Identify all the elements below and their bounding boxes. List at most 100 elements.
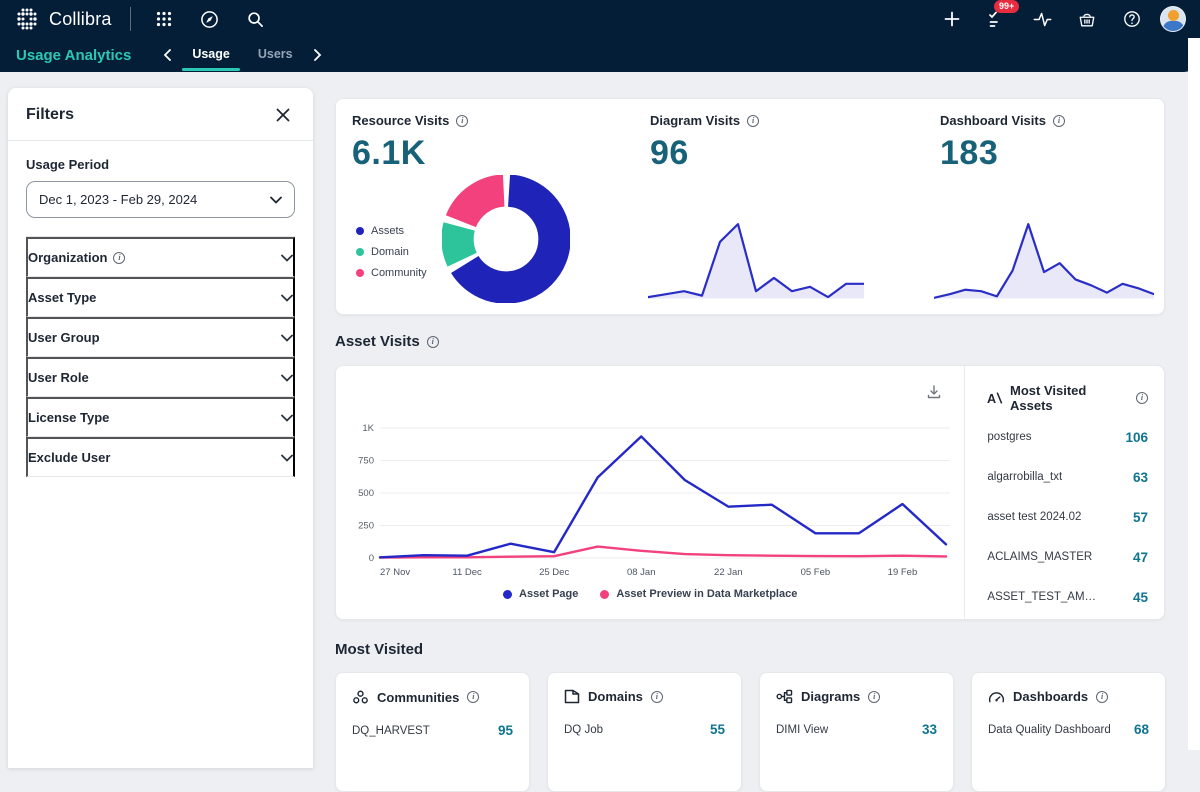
tab-users[interactable]: Users [244, 39, 307, 71]
apps-grid-icon[interactable] [147, 4, 181, 34]
collibra-logo[interactable]: Collibra [14, 6, 112, 32]
scrollbar-track[interactable] [1188, 38, 1200, 750]
dashboards-title: Dashboards [1013, 689, 1088, 704]
svg-text:0: 0 [369, 553, 374, 564]
download-icon[interactable] [926, 384, 942, 400]
filter-section-user-role[interactable]: User Role [26, 357, 295, 397]
domain-value: 55 [710, 722, 725, 737]
info-icon[interactable]: i [1096, 691, 1108, 703]
diagram-visits-sparkline [648, 216, 864, 304]
info-icon[interactable]: i [1053, 115, 1065, 127]
browse-compass-icon[interactable] [193, 4, 227, 34]
asset-row: postgres 106 [987, 417, 1148, 457]
legend-label: Domain [371, 246, 409, 258]
basket-icon[interactable] [1070, 4, 1104, 34]
tasks-icon[interactable]: 99+ [980, 4, 1014, 34]
asset-icon: A [987, 391, 1003, 405]
legend-item-domain[interactable]: Domain [356, 246, 427, 258]
filter-section-license-type[interactable]: License Type [26, 397, 295, 437]
asset-name[interactable]: postgres [987, 431, 1031, 443]
chevron-down-icon [281, 294, 293, 302]
resource-visits-title: Resource Visits [352, 113, 449, 128]
filter-section-exclude-user[interactable]: Exclude User [26, 437, 295, 477]
main-content: Resource Visits i 6.1K Assets Domain Com… [321, 72, 1188, 750]
filter-section-user-group[interactable]: User Group [26, 317, 295, 357]
info-icon[interactable]: i [651, 691, 663, 703]
help-icon[interactable] [1115, 4, 1149, 34]
legend-label: Asset Page [519, 588, 578, 600]
info-icon[interactable]: i [1136, 392, 1148, 404]
domains-card: Domains i DQ Job 55 [547, 672, 742, 792]
user-avatar[interactable] [1160, 6, 1186, 32]
close-icon[interactable] [271, 103, 295, 127]
asset-name[interactable]: asset test 2024.02 [987, 511, 1081, 523]
nav-divider [130, 7, 131, 31]
filters-panel: Filters Usage Period Dec 1, 2023 - Feb 2… [8, 88, 313, 768]
legend-label: Asset Preview in Data Marketplace [616, 588, 797, 600]
asset-name[interactable]: algarrobilla_txt [987, 471, 1062, 483]
chevron-down-icon [281, 454, 293, 462]
filter-section-organization[interactable]: Organizationi [26, 237, 295, 277]
info-icon[interactable]: i [467, 691, 479, 703]
resource-visits-value: 6.1K [352, 134, 618, 173]
asset-row: algarrobilla_txt 63 [987, 457, 1148, 497]
communities-title: Communities [377, 690, 459, 705]
legend-item-assets[interactable]: Assets [356, 225, 427, 237]
resource-visits-donut-chart[interactable] [442, 175, 570, 303]
notification-badge: 99+ [994, 0, 1019, 13]
asset-value: 45 [1133, 590, 1148, 605]
tab-usage[interactable]: Usage [178, 39, 244, 71]
most-visited-cards: Communities i DQ_HARVEST 95 Domains i DQ… [335, 672, 1167, 792]
legend-item-asset-preview[interactable]: Asset Preview in Data Marketplace [600, 588, 797, 600]
domains-title: Domains [588, 689, 643, 704]
dashboard-visits-value: 183 [940, 134, 1148, 173]
domain-name[interactable]: DQ Job [564, 724, 603, 736]
svg-text:750: 750 [358, 456, 374, 467]
dashboard-name[interactable]: Data Quality Dashboard [988, 724, 1111, 736]
community-value: 95 [498, 723, 513, 738]
tabs-scroll-right-icon[interactable] [307, 45, 328, 65]
usage-period-select[interactable]: Dec 1, 2023 - Feb 29, 2024 [26, 181, 295, 218]
brand-name: Collibra [49, 9, 112, 30]
filter-label: License Type [28, 410, 109, 425]
activity-pulse-icon[interactable] [1025, 4, 1059, 34]
dashboard-value: 68 [1134, 722, 1149, 737]
usage-period-value: Dec 1, 2023 - Feb 29, 2024 [39, 192, 197, 207]
asset-value: 63 [1133, 470, 1148, 485]
chevron-down-icon [281, 374, 293, 382]
asset-visits-line-chart[interactable]: 02505007501K27 Nov11 Dec25 Dec08 Jan22 J… [344, 412, 956, 582]
info-icon[interactable]: i [868, 691, 880, 703]
communities-icon [352, 689, 369, 705]
asset-visits-chart-zone: 02505007501K27 Nov11 Dec25 Dec08 Jan22 J… [336, 366, 964, 619]
asset-visits-heading-text: Asset Visits [335, 333, 420, 350]
asset-name[interactable]: ASSET_TEST_AM_heart_... [987, 591, 1102, 603]
svg-text:19 Feb: 19 Feb [888, 567, 918, 578]
add-plus-icon[interactable] [935, 4, 969, 34]
legend-dot [356, 269, 364, 277]
diagram-name[interactable]: DIMI View [776, 724, 828, 736]
diagrams-icon [776, 689, 793, 704]
info-icon[interactable]: i [456, 115, 468, 127]
filter-section-asset-type[interactable]: Asset Type [26, 277, 295, 317]
page-title: Usage Analytics [16, 47, 131, 64]
resource-visits-section: Resource Visits i 6.1K Assets Domain Com… [336, 99, 634, 314]
legend-dot [600, 590, 609, 599]
filters-title: Filters [26, 106, 74, 124]
svg-text:27 Nov: 27 Nov [380, 567, 410, 578]
legend-item-community[interactable]: Community [356, 267, 427, 279]
diagram-visits-value: 96 [650, 134, 908, 173]
chevron-down-icon [270, 196, 282, 204]
svg-text:500: 500 [358, 488, 374, 499]
legend-dot [356, 227, 364, 235]
tabs-scroll-left-icon[interactable] [157, 45, 178, 65]
info-icon[interactable]: i [427, 336, 439, 348]
legend-label: Community [371, 267, 427, 279]
asset-name[interactable]: ACLAIMS_MASTER [987, 551, 1092, 563]
community-name[interactable]: DQ_HARVEST [352, 725, 430, 737]
most-visited-heading-text: Most Visited [335, 641, 423, 658]
svg-text:22 Jan: 22 Jan [714, 567, 743, 578]
info-icon[interactable]: i [747, 115, 759, 127]
svg-text:A: A [987, 392, 996, 405]
search-icon[interactable] [239, 4, 273, 34]
legend-item-asset-page[interactable]: Asset Page [503, 588, 578, 600]
